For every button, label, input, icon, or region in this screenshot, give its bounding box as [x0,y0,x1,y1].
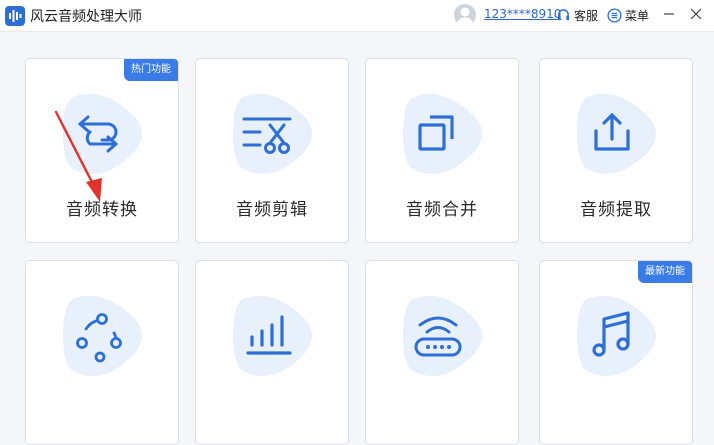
hot-feature-badge: 热门功能 [124,59,178,81]
user-icon [457,7,473,26]
new-feature-badge: 最新功能 [638,261,692,283]
close-icon [690,8,702,20]
card-label: 音频合并 [406,200,478,220]
feature-card-5[interactable] [25,260,179,445]
feature-card-audio-extract[interactable]: 音频提取 [539,58,693,243]
share-icon [76,313,122,363]
upload-icon [594,113,630,151]
feature-card-audio-edit[interactable]: 音频剪辑 [195,58,349,243]
minimize-button[interactable] [660,3,678,25]
feature-card-6[interactable] [195,260,349,445]
close-button[interactable] [686,3,706,25]
menu-button[interactable]: 菜单 [607,6,649,24]
merge-icon [418,115,454,151]
app-logo-icon [5,6,25,26]
user-account-link[interactable]: 123****8910 [484,7,561,21]
scissors-icon [242,117,292,154]
feature-card-audio-merge[interactable]: 音频合并 [365,58,519,243]
card-label: 音频转换 [66,200,138,220]
bar-chart-icon [246,315,292,355]
minimize-icon [664,13,674,15]
music-note-icon [592,311,630,357]
customer-service-label: 客服 [574,8,599,23]
title-bar: 风云音频处理大师 123****8910 客服 菜单 [0,0,714,32]
feature-card-8[interactable]: 最新功能 [539,260,693,445]
convert-icon [78,115,118,153]
card-label: 音频提取 [580,200,652,220]
menu-icon [607,7,622,23]
feature-card-7[interactable] [365,260,519,445]
card-label: 音频剪辑 [236,200,308,220]
headset-icon [557,8,570,20]
feature-card-audio-convert[interactable]: 音频转换 热门功能 [25,58,179,243]
app-title: 风云音频处理大师 [30,9,142,25]
menu-label: 菜单 [625,8,650,23]
router-icon [414,316,462,357]
avatar[interactable] [454,4,476,26]
customer-service-button[interactable]: 客服 [556,6,598,24]
